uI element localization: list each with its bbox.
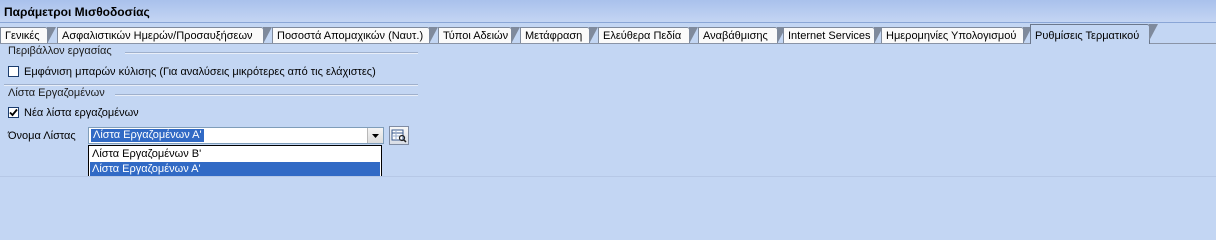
- tab-label: Γενικές: [5, 30, 40, 42]
- tab-label: Ποσοστά Απομαχικών (Ναυτ.): [277, 30, 424, 42]
- chevron-down-icon: [372, 134, 379, 138]
- checkmark-icon: [9, 108, 18, 117]
- scrollbars-checkbox-label: Εμφάνιση μπαρών κύλισης (Για αναλύσεις μ…: [24, 66, 376, 78]
- new-list-checkbox-label: Νέα λίστα εργαζομένων: [24, 107, 139, 119]
- list-editor-button[interactable]: [389, 126, 409, 145]
- tab-terminal-settings[interactable]: Ρυθμίσεις Τερματικού: [1030, 24, 1158, 44]
- combo-dropdown-button[interactable]: [367, 128, 383, 143]
- tab-leave-types[interactable]: Τύποι Αδειών: [438, 27, 520, 44]
- tab-label: Ασφαλιστικών Ημερών/Προσαυξήσεων: [62, 30, 253, 42]
- tab-translation[interactable]: Μετάφραση: [520, 27, 598, 44]
- tab-free-fields[interactable]: Ελεύθερα Πεδία: [598, 27, 698, 44]
- tab-label: Ελεύθερα Πεδία: [603, 30, 682, 42]
- window-titlebar: Παράμετροι Μισθοδοσίας: [0, 0, 1216, 23]
- tab-insurance-days[interactable]: Ασφαλιστικών Ημερών/Προσαυξήσεων: [57, 27, 272, 44]
- tab-label: Τύποι Αδειών: [443, 30, 509, 42]
- list-name-dropdown: Λίστα Εργαζομένων Β' Λίστα Εργαζομένων Α…: [88, 145, 382, 177]
- dropdown-option[interactable]: Λίστα Εργαζομένων Β': [90, 147, 380, 161]
- window-title: Παράμετροι Μισθοδοσίας: [4, 5, 150, 19]
- scrollbars-checkbox[interactable]: [8, 66, 19, 77]
- employee-list-group-label: Λίστα Εργαζομένων: [8, 87, 105, 99]
- list-name-value: Λίστα Εργαζομένων Α': [91, 129, 204, 142]
- tab-upgrade[interactable]: Αναβάθμισης: [698, 27, 786, 44]
- work-environment-group-divider: [125, 52, 418, 54]
- tab-calculation-dates[interactable]: Ημερομηνίες Υπολογισμού: [881, 27, 1032, 44]
- tab-retirement-percentages[interactable]: Ποσοστά Απομαχικών (Ναυτ.): [272, 27, 438, 44]
- tab-general[interactable]: Γενικές: [0, 27, 56, 44]
- tab-label: Ημερομηνίες Υπολογισμού: [886, 30, 1017, 42]
- tab-label: Ρυθμίσεις Τερματικού: [1035, 30, 1140, 42]
- tab-strip: Γενικές Ασφαλιστικών Ημερών/Προσαυξήσεων…: [0, 24, 1216, 44]
- dropdown-option-selected[interactable]: Λίστα Εργαζομένων Α': [90, 162, 380, 176]
- tab-label: Internet Services: [788, 30, 871, 42]
- tab-label: Μετάφραση: [525, 30, 583, 42]
- group-separator: [4, 84, 418, 86]
- tab-label: Αναβάθμισης: [703, 30, 768, 42]
- tab-internet-services[interactable]: Internet Services: [783, 27, 883, 44]
- new-list-checkbox[interactable]: [8, 107, 19, 118]
- employee-list-group-divider: [115, 94, 418, 96]
- list-name-combobox[interactable]: Λίστα Εργαζομένων Α': [88, 127, 384, 144]
- work-environment-group-label: Περιβάλλον εργασίας: [8, 45, 112, 57]
- list-name-label: Όνομα Λίστας: [8, 130, 76, 142]
- panel-bottom-divider: [0, 176, 1216, 177]
- table-search-icon: [391, 129, 407, 143]
